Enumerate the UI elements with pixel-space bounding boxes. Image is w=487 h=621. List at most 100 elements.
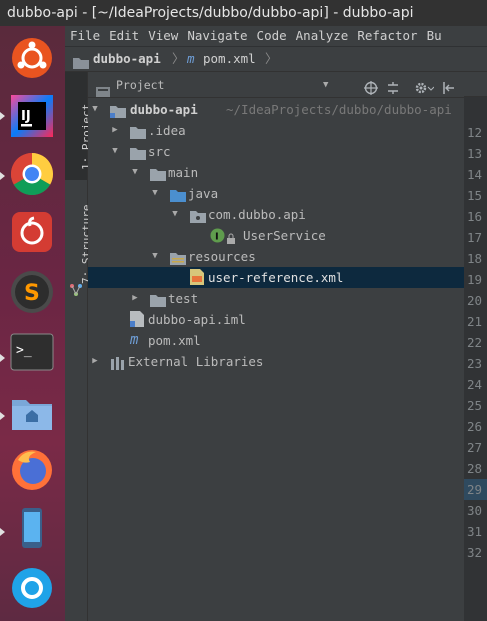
ubuntu-dash-icon[interactable] [8, 34, 56, 82]
expand-arrow-icon[interactable]: ▶ [110, 120, 120, 141]
tree-item-java[interactable]: ▼ java [88, 183, 464, 204]
running-indicator [0, 354, 5, 362]
tree-item-label: dubbo-api.iml [148, 312, 246, 327]
netease-music-icon[interactable] [8, 208, 56, 256]
editor-tab-strip [464, 72, 487, 97]
package-icon [190, 208, 206, 223]
tree-item-label: .idea [148, 123, 186, 138]
line-number: 22 [467, 335, 483, 350]
line-number: 21 [467, 314, 483, 329]
line-number: 30 [467, 503, 483, 518]
dropdown-arrow-icon[interactable]: ▼ [323, 72, 328, 98]
maven-icon: m [130, 332, 139, 348]
line-number: 20 [467, 293, 483, 308]
line-number: 23 [467, 356, 483, 371]
tree-item-src[interactable]: ▼ src [88, 141, 464, 162]
tree-item-label: java [188, 186, 219, 201]
breadcrumb-project[interactable]: dubbo-api [93, 47, 161, 71]
running-indicator [0, 412, 5, 420]
running-indicator [0, 528, 5, 536]
expand-arrow-icon[interactable]: ▶ [130, 288, 140, 309]
menu-bar: File Edit View Navigate Code Analyze Refactor B… [65, 26, 487, 46]
tree-root-path: ~/IdeaProjects/dubbo/dubbo-api [226, 102, 452, 117]
expand-arrow-icon[interactable]: ▼ [150, 246, 160, 267]
menu-analyze[interactable]: Analyze [296, 28, 349, 43]
tree-item-test[interactable]: ▶ test [88, 288, 464, 309]
tree-item-user-reference[interactable]: user-reference.xml [88, 267, 464, 288]
tree-item-root[interactable]: ▼ dubbo-api ~/IdeaProjects/dubbo/dubbo-a… [88, 99, 464, 120]
launcher-term-label: >_ [16, 343, 32, 358]
folder-icon [130, 124, 146, 139]
line-number: 27 [467, 440, 483, 455]
expand-arrow-icon[interactable]: ▼ [110, 141, 120, 162]
tree-item-userservice[interactable]: I UserService [88, 225, 464, 246]
tab-structure[interactable]: 7: Structure [65, 192, 93, 292]
menu-refactor[interactable]: Refactor [357, 28, 417, 43]
tree-item-label: resources [188, 249, 256, 264]
menu-build[interactable]: Bu [427, 28, 442, 43]
tool-window-strip: 1: Project 7: Structure [65, 72, 93, 621]
tree-item-label: user-reference.xml [208, 270, 344, 285]
breadcrumb: dubbo-api 〉 m pom.xml 〉 [65, 46, 487, 72]
menu-edit[interactable]: Edit [109, 28, 139, 43]
terminal-icon[interactable]: >_ [8, 328, 56, 376]
sublime-text-icon[interactable]: S [8, 268, 56, 316]
tree-item-label: UserService [243, 228, 326, 243]
launcher-s-label: S [24, 281, 40, 306]
resources-folder-icon [170, 250, 186, 265]
intellij-idea-icon[interactable]: IJ [8, 92, 56, 140]
line-number: 13 [467, 146, 483, 161]
menu-code[interactable]: Code [257, 28, 287, 43]
tree-item-label: src [148, 144, 171, 159]
line-number: 25 [467, 398, 483, 413]
files-icon[interactable] [8, 388, 56, 436]
module-folder-icon [110, 103, 126, 118]
chevron-right-icon: 〉 [265, 51, 278, 66]
tree-root-label: dubbo-api [130, 102, 198, 117]
expand-arrow-icon[interactable]: ▶ [90, 351, 100, 372]
tree-item-package[interactable]: ▼ com.dubbo.api [88, 204, 464, 225]
line-number: 18 [467, 251, 483, 266]
project-panel: Project ▼ ▼ dubbo-api ~/IdeaProjects/dub… [88, 72, 464, 621]
tree-item-label: com.dubbo.api [208, 207, 306, 222]
folder-icon [150, 166, 166, 181]
project-tree: ▼ dubbo-api ~/IdeaProjects/dubbo/dubbo-a… [88, 98, 464, 621]
panel-header: Project ▼ [88, 72, 464, 98]
menu-file[interactable]: File [70, 28, 100, 43]
library-icon [110, 355, 124, 370]
source-folder-icon [170, 187, 186, 202]
svg-text:I: I [215, 232, 219, 243]
expand-arrow-icon[interactable]: ▼ [150, 183, 160, 204]
tree-item-external-libraries[interactable]: ▶ External Libraries [88, 351, 464, 372]
line-number: 24 [467, 377, 483, 392]
tab-project[interactable]: 1: Project [65, 78, 93, 178]
tree-item-iml[interactable]: dubbo-api.iml [88, 309, 464, 330]
line-number: 14 [467, 167, 483, 182]
menu-navigate[interactable]: Navigate [187, 28, 247, 43]
expand-arrow-icon[interactable]: ▼ [170, 204, 180, 225]
line-number: 28 [467, 461, 483, 476]
ubuntu-launcher: IJ S >_ [0, 26, 65, 621]
tree-item-resources[interactable]: ▼ resources [88, 246, 464, 267]
tree-item-main[interactable]: ▼ main [88, 162, 464, 183]
menu-view[interactable]: View [148, 28, 178, 43]
maven-icon: m [187, 51, 195, 66]
expand-arrow-icon[interactable]: ▼ [90, 99, 100, 120]
expand-arrow-icon[interactable]: ▼ [130, 162, 140, 183]
circle-app-icon[interactable] [8, 564, 56, 612]
line-number: 12 [467, 125, 483, 140]
tree-item-pom[interactable]: m pom.xml [88, 330, 464, 351]
firefox-icon[interactable] [8, 446, 56, 494]
running-indicator [0, 112, 5, 120]
line-number: 26 [467, 419, 483, 434]
lock-icon [226, 230, 236, 244]
tree-item-label: External Libraries [128, 354, 264, 369]
line-number: 16 [467, 209, 483, 224]
phone-app-icon[interactable] [8, 504, 56, 552]
panel-title[interactable]: Project [116, 72, 164, 98]
chrome-icon[interactable] [8, 150, 56, 198]
line-number: 15 [467, 188, 483, 203]
iml-file-icon [130, 311, 144, 327]
tree-item-idea[interactable]: ▶ .idea [88, 120, 464, 141]
breadcrumb-file[interactable]: pom.xml [203, 47, 256, 71]
